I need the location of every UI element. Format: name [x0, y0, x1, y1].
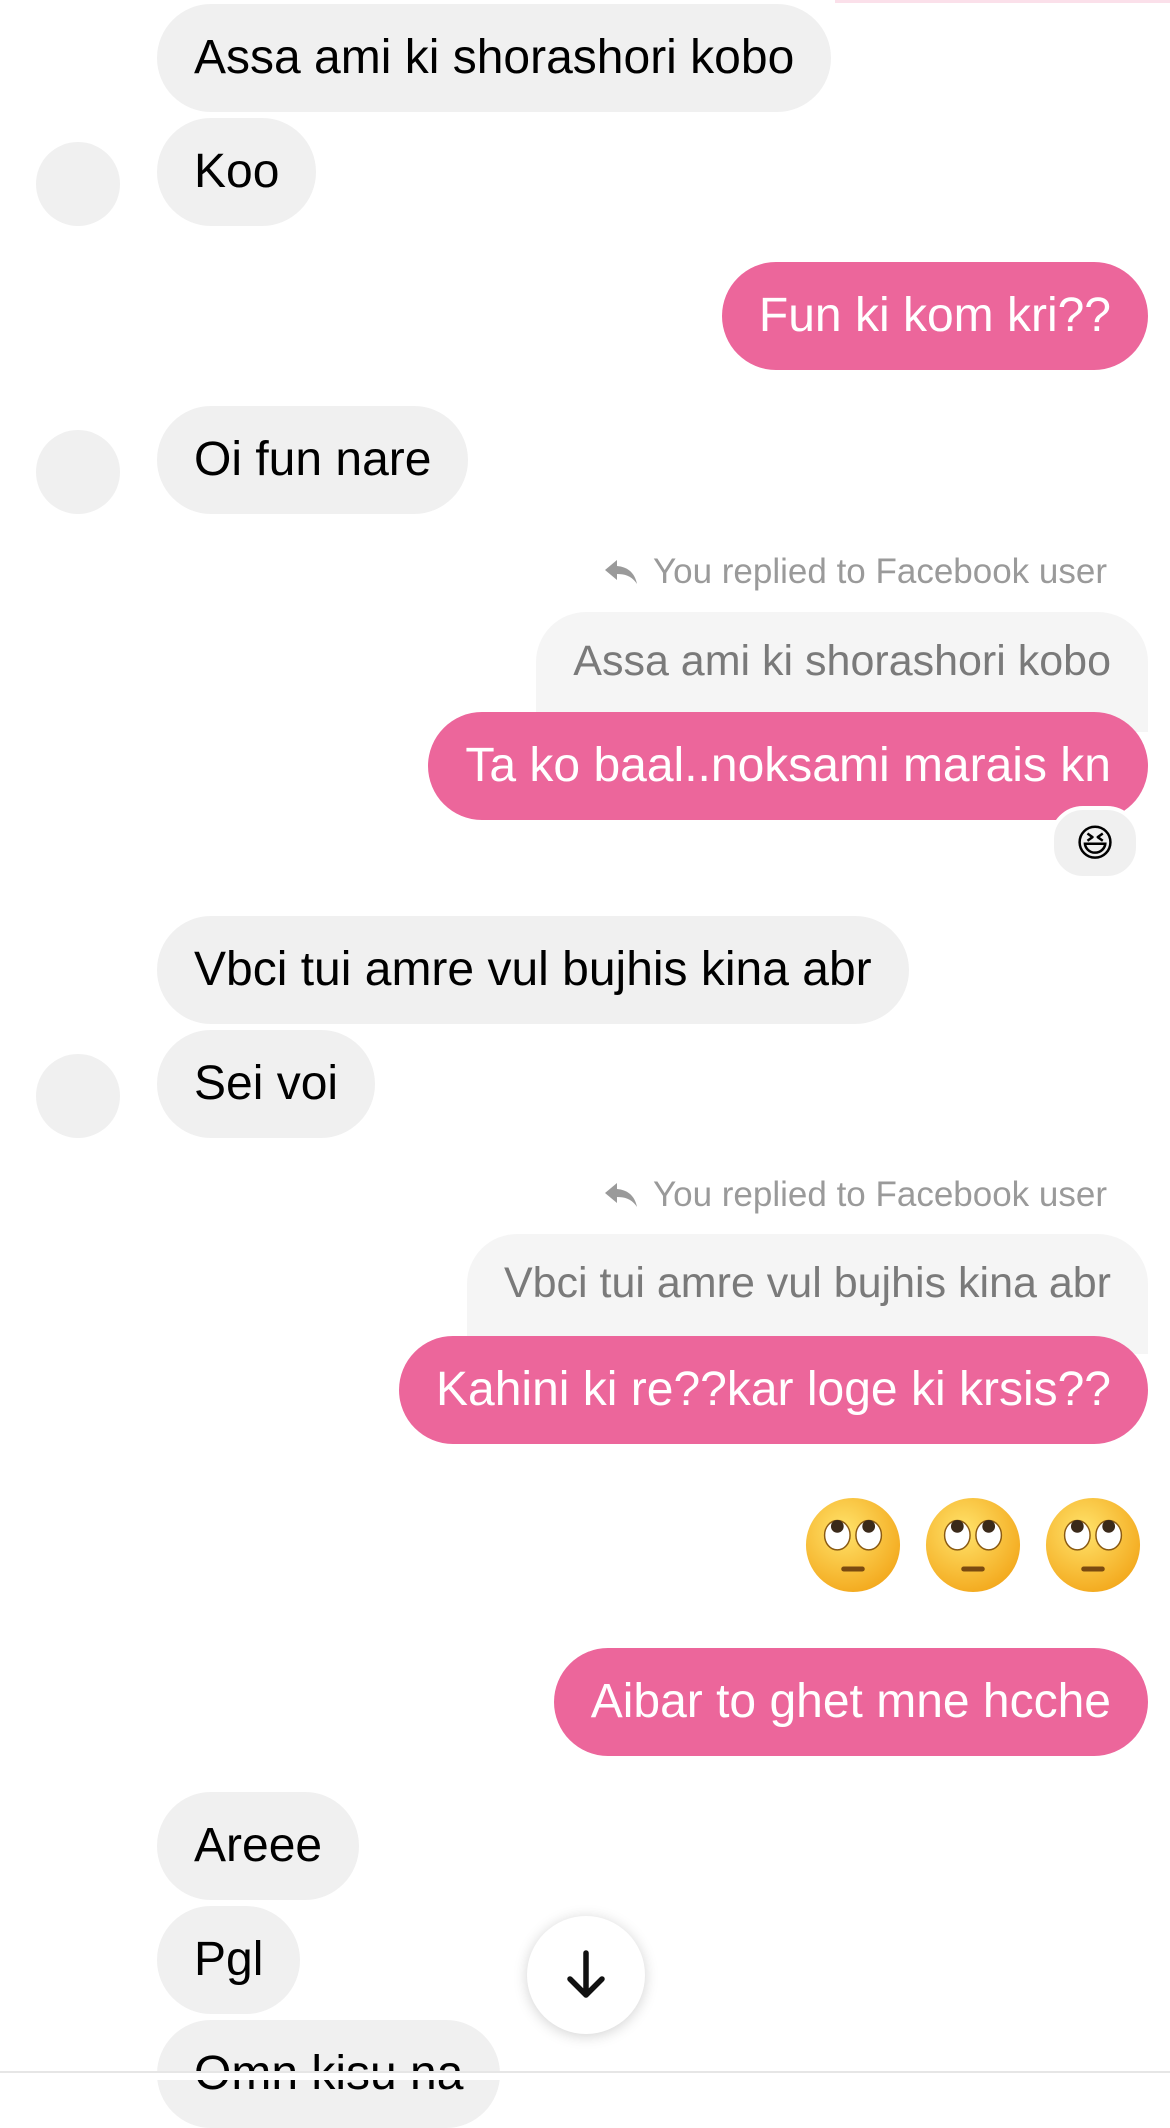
- scroll-to-bottom-button[interactable]: [527, 1916, 645, 2034]
- reply-arrow-icon: [604, 1183, 637, 1207]
- reply-indicator: You replied to Facebook user: [603, 552, 1107, 592]
- quoted-text: Vbci tui amre vul bujhis kina abr: [503, 1259, 1111, 1307]
- message-text: Ta ko baal..noksami marais kn: [465, 739, 1111, 792]
- message-bubble-incoming[interactable]: Assa ami ki shorashori kobo: [157, 4, 832, 112]
- reply-arrow-icon: [604, 560, 637, 584]
- message-bubble-incoming[interactable]: Areee: [157, 1792, 360, 1900]
- face-with-rolling-eyes-icon: [925, 1497, 1021, 1593]
- arrow-down-icon: [567, 1950, 605, 1998]
- message-reaction[interactable]: 😆: [1050, 806, 1140, 880]
- message-bubble-incoming[interactable]: Vbci tui amre vul bujhis kina abr: [157, 916, 909, 1024]
- bottom-mask: [0, 2073, 1170, 2080]
- avatar[interactable]: [36, 1054, 120, 1138]
- message-text: Aibar to ghet mne hcche: [590, 1675, 1111, 1728]
- message-text: Assa ami ki shorashori kobo: [194, 31, 795, 84]
- avatar[interactable]: [36, 430, 120, 514]
- avatar[interactable]: [36, 142, 120, 226]
- reply-label-text: You replied to Facebook user: [652, 552, 1107, 591]
- message-bubble-outgoing[interactable]: Ta ko baal..noksami marais kn: [428, 712, 1148, 820]
- message-bubble-incoming[interactable]: Sei voi: [157, 1030, 376, 1138]
- message-text: Koo: [194, 145, 280, 198]
- message-bubble-outgoing[interactable]: Kahini ki re??kar loge ki krsis??: [399, 1336, 1148, 1444]
- reply-label-text: You replied to Facebook user: [652, 1175, 1107, 1214]
- message-bubble-outgoing[interactable]: Aibar to ghet mne hcche: [553, 1648, 1148, 1756]
- message-text: Pgl: [194, 1933, 264, 1986]
- top-accent-line: [835, 0, 1170, 3]
- message-bubble-incoming[interactable]: Oi fun nare: [157, 406, 469, 514]
- message-text: Areee: [194, 1819, 323, 1872]
- quoted-text: Assa ami ki shorashori kobo: [573, 637, 1111, 685]
- message-text: Sei voi: [194, 1057, 339, 1110]
- reply-indicator: You replied to Facebook user: [603, 1175, 1107, 1215]
- reaction-emoji: 😆: [1075, 822, 1115, 865]
- face-with-rolling-eyes-icon: [805, 1497, 901, 1593]
- message-bubble-outgoing[interactable]: Fun ki kom kri??: [721, 262, 1148, 370]
- message-text: Oi fun nare: [194, 433, 432, 486]
- face-with-rolling-eyes-icon: [1045, 1497, 1141, 1593]
- message-bubble-incoming[interactable]: Koo: [157, 118, 317, 226]
- message-text: Kahini ki re??kar loge ki krsis??: [436, 1363, 1111, 1416]
- emoji-message[interactable]: [804, 1496, 1142, 1594]
- message-bubble-incoming[interactable]: Pgl: [157, 1906, 301, 2014]
- message-text: Vbci tui amre vul bujhis kina abr: [194, 943, 872, 996]
- message-text: Fun ki kom kri??: [758, 289, 1111, 342]
